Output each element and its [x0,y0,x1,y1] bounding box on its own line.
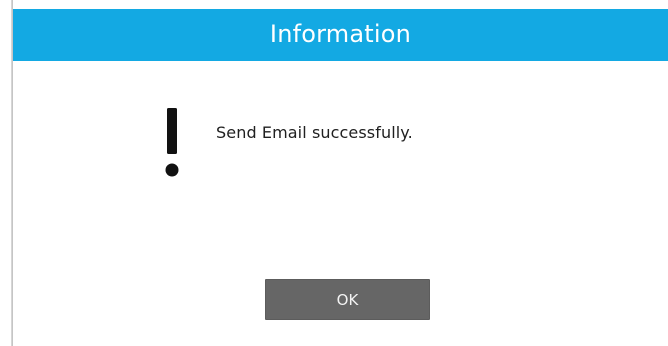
exclamation-icon [165,108,179,177]
dialog-titlebar: Information [13,9,668,61]
information-dialog: Information Send Email successfully. OK [13,9,668,346]
dialog-title: Information [269,20,412,48]
ok-button[interactable]: OK [265,279,430,320]
dialog-message: Send Email successfully. [216,123,413,142]
